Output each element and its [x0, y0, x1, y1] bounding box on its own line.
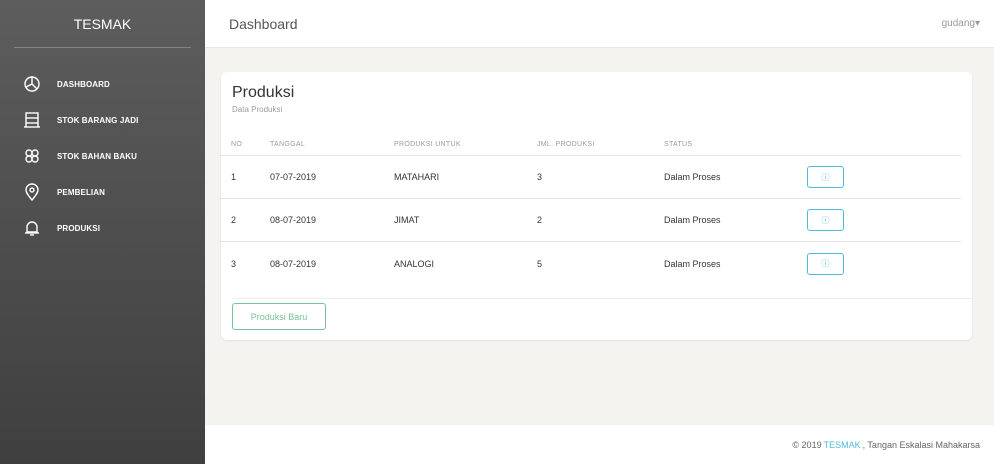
- cell-no: 3: [231, 258, 237, 269]
- sidebar-nav: DASHBOARD STOK BARANG JADI STOK BAHAN BA…: [0, 66, 205, 246]
- cell-tanggal: 08-07-2019: [270, 258, 317, 269]
- column-header-status: STATUS: [664, 141, 693, 148]
- column-header-no: NO: [231, 141, 243, 148]
- footer-brand-link[interactable]: TESMAK: [824, 440, 861, 450]
- sidebar-item-label: PEMBELIAN: [57, 187, 106, 197]
- column-header-tanggal: TANGGAL: [270, 141, 306, 148]
- sidebar-item-pembelian[interactable]: PEMBELIAN: [0, 174, 205, 210]
- brand-logo[interactable]: TESMAK: [14, 0, 191, 48]
- bell-icon: [23, 219, 41, 237]
- detail-button[interactable]: ⓘ: [807, 166, 844, 188]
- cell-jml-produksi: 5: [537, 258, 543, 269]
- cell-status: Dalam Proses: [664, 215, 721, 225]
- info-icon: ⓘ: [821, 259, 830, 268]
- cell-produksi-untuk: MATAHARI: [394, 172, 440, 182]
- sidebar-item-label: PRODUKSI: [57, 223, 101, 233]
- card-subtitle: Data Produksi: [232, 105, 283, 114]
- user-name: gudang: [941, 18, 975, 29]
- sidebar-item-stok-bahan-baku[interactable]: STOK BAHAN BAKU: [0, 138, 205, 174]
- sidebar-item-label: STOK BARANG JADI: [57, 115, 139, 125]
- table-body: 1 07-07-2019 MATAHARI 3 Dalam Proses ⓘ 2…: [221, 156, 961, 285]
- sidebar-item-stok-barang-jadi[interactable]: STOK BARANG JADI: [0, 102, 205, 138]
- footer: © 2019 TESMAK , Tangan Eskalasi Mahakars…: [205, 425, 994, 464]
- cell-produksi-untuk: ANALOGI: [394, 258, 435, 269]
- page-title: Dashboard: [229, 15, 298, 32]
- location-pin-icon: [23, 183, 41, 201]
- detail-button[interactable]: ⓘ: [807, 209, 844, 231]
- card-title: Produksi: [232, 84, 295, 101]
- produksi-card: Produksi Data Produksi NO TANGGAL PRODUK…: [221, 72, 972, 340]
- produksi-table: NO TANGGAL PRODUKSI UNTUK JML. PRODUKSI …: [221, 134, 961, 285]
- cell-action: ⓘ: [807, 209, 867, 231]
- table-row: 1 07-07-2019 MATAHARI 3 Dalam Proses ⓘ: [221, 156, 961, 199]
- footer-tagline: , Tangan Eskalasi Mahakarsa: [862, 439, 980, 450]
- info-icon: ⓘ: [821, 215, 830, 225]
- cell-status: Dalam Proses: [664, 258, 721, 269]
- sidebar-item-label: DASHBOARD: [57, 79, 110, 89]
- cell-action: ⓘ: [807, 252, 867, 275]
- produksi-baru-button[interactable]: Produksi Baru: [232, 303, 326, 330]
- cell-jml-produksi: 3: [537, 172, 543, 182]
- sidebar-item-dashboard[interactable]: DASHBOARD: [0, 66, 205, 102]
- cell-no: 2: [231, 215, 237, 225]
- cell-action: ⓘ: [807, 166, 867, 188]
- cell-produksi-untuk: JIMAT: [394, 215, 420, 225]
- user-menu[interactable]: gudang▾: [942, 18, 980, 29]
- chevron-down-icon: ▾: [974, 18, 980, 29]
- column-header-jml-produksi: JML. PRODUKSI: [537, 141, 595, 148]
- column-header-produksi-untuk: PRODUKSI UNTUK: [394, 141, 461, 148]
- detail-button[interactable]: ⓘ: [807, 252, 844, 275]
- table-row: 3 08-07-2019 ANALOGI 5 Dalam Proses ⓘ: [221, 242, 961, 285]
- dashboard-icon: [23, 75, 41, 93]
- cell-no: 1: [231, 172, 237, 182]
- cell-status: Dalam Proses: [664, 172, 721, 182]
- topbar: Dashboard gudang▾: [205, 0, 994, 48]
- cell-jml-produksi: 2: [537, 215, 543, 225]
- cogs-icon: [23, 147, 41, 165]
- cell-tanggal: 08-07-2019: [270, 215, 317, 225]
- archive-icon: [23, 111, 41, 129]
- sidebar-item-produksi[interactable]: PRODUKSI: [0, 210, 205, 246]
- sidebar-item-label: STOK BAHAN BAKU: [57, 151, 138, 161]
- card-divider: [232, 298, 972, 299]
- table-header: NO TANGGAL PRODUKSI UNTUK JML. PRODUKSI …: [221, 134, 961, 156]
- cell-tanggal: 07-07-2019: [270, 172, 317, 182]
- table-row: 2 08-07-2019 JIMAT 2 Dalam Proses ⓘ: [221, 199, 961, 242]
- info-icon: ⓘ: [821, 172, 830, 182]
- sidebar: TESMAK DASHBOARD STOK BARANG JADI STOK B…: [0, 0, 205, 464]
- footer-copyright: © 2019: [792, 439, 822, 450]
